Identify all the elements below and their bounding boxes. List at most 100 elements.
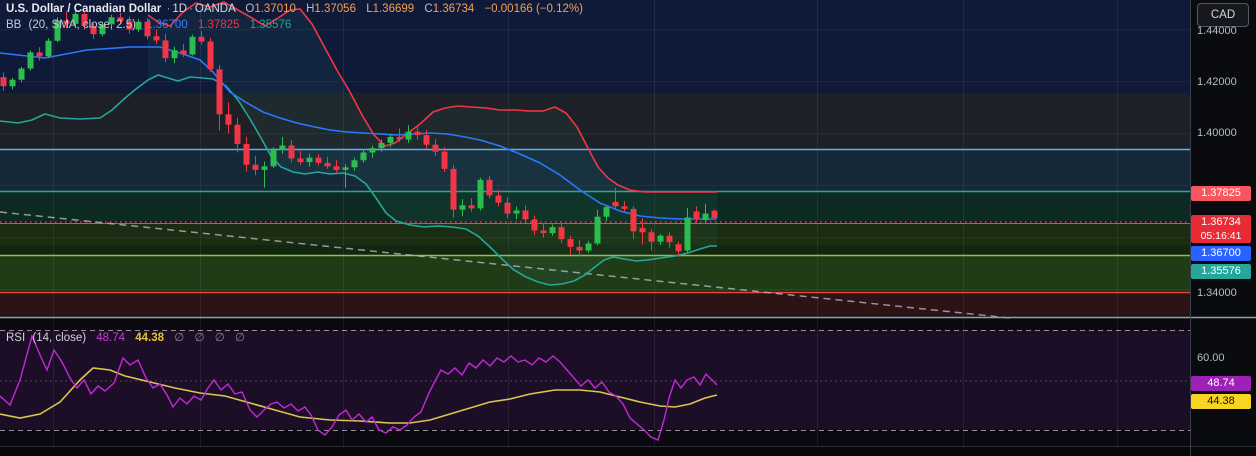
candle-body [387,136,394,143]
candle-body [153,36,160,41]
candle-body [342,167,349,170]
exchange[interactable]: OANDA [195,3,235,15]
rsi-empty-slot: ∅ [234,332,245,344]
axis-tick: 1.40000 [1197,127,1237,139]
rsi-empty-slot: ∅ [174,332,185,344]
candle-body [171,50,178,59]
candle-body [648,232,655,242]
candle-body [603,207,610,217]
candle-body [225,114,232,125]
candle-body [234,124,241,144]
candle-body [675,244,682,252]
candle-body [9,79,16,87]
candle-body [333,166,340,170]
chart-canvas[interactable] [0,0,1256,456]
currency-toggle-button[interactable]: CAD [1197,3,1249,27]
candle-body [36,52,43,57]
candle-body [198,36,205,42]
candle-body [18,68,25,80]
candle-body [369,148,376,153]
candle-body [351,160,358,168]
candle-body [414,131,421,136]
candle-body [45,40,52,57]
candle-body [306,157,313,163]
rsi-value: 48.74 [96,332,126,344]
candle-body [360,152,367,161]
bb-lower-value: 1.35576 [249,19,292,31]
candle-body [702,213,709,221]
candle-body [693,211,700,220]
candle-body [612,201,619,207]
candle-body [441,151,448,169]
candle-body [324,162,331,167]
candle-body [279,145,286,150]
change-value: −0.00166 (−0.12%) [484,3,583,15]
candle-body [459,205,466,210]
candle-body [216,69,223,115]
timeframe[interactable]: 1D [172,3,187,15]
candle-body [477,179,484,209]
candle-body [468,205,475,209]
bb-indicator-name[interactable]: BB [6,19,21,31]
candle-body [162,40,169,59]
bb-indicator-row: BB (20, SMA, close, 2.5) 1.36700 1.37825… [6,19,291,31]
candle-body [315,157,322,163]
candle-body [630,208,637,232]
candle-body [396,136,403,140]
candle-body [243,143,250,165]
candle-body [180,50,187,55]
price-label: 48.74 [1191,375,1251,391]
countdown-timer: 05:16:41 [1200,229,1242,242]
open-value: 1.37010 [254,3,296,15]
rsi-ma-value: 44.38 [135,332,165,344]
price-label: 1.37825 [1191,185,1251,201]
candle-body [639,227,646,233]
axis-tick: 1.34000 [1197,287,1237,299]
candle-body [297,158,304,163]
price-label: 44.38 [1191,393,1251,409]
candle-body [486,179,493,196]
candle-body [378,142,385,149]
candle-body [504,202,511,214]
candle-body [558,227,565,240]
candle-body [189,36,196,55]
candle-body [27,52,34,69]
candle-body [252,164,259,170]
symbol-header: U.S. Dollar / Canadian Dollar · 1D · OANDA … [6,3,583,15]
rsi-indicator-row: RSI (14, close) 48.74 44.38 ∅ ∅ ∅ ∅ [6,330,245,344]
price-label: 1.36700 [1191,245,1251,261]
candle-body [621,206,628,209]
candle-body [207,41,214,70]
price-axis[interactable]: CAD 1.44000 1.42000 1.40000 1.34000 60.00 1.3… [1190,0,1256,456]
bb-upper-value: 1.37825 [197,19,240,31]
rsi-indicator-name[interactable]: RSI [6,332,25,344]
candle-body [684,217,691,251]
open-label: O [245,3,255,15]
trading-chart-window: U.S. Dollar / Canadian Dollar · 1D · OANDA … [0,0,1256,456]
separator-dot: · [189,3,193,15]
rsi-indicator-params: (14, close) [32,332,87,344]
candle-body [711,210,718,218]
price-label: 1.35576 [1191,263,1251,279]
candle-body [0,77,7,87]
axis-tick: 1.44000 [1197,25,1237,37]
bb-basis-value: 1.36700 [146,19,188,31]
candle-body [540,230,547,234]
candle-body [585,243,592,251]
symbol-title[interactable]: U.S. Dollar / Canadian Dollar [6,3,161,15]
rsi-empty-slot: ∅ [214,332,225,344]
rsi-empty-slot: ∅ [194,332,205,344]
axis-tick: 1.42000 [1197,76,1237,88]
candle-body [495,195,502,203]
candle-body [513,210,520,214]
candle-body [567,239,574,247]
axis-tick: 60.00 [1197,352,1225,364]
price-label: 1.36734 05:16:41 [1191,214,1251,243]
price-zone-band [0,293,1190,315]
candle-body [405,131,412,140]
price-zone-band [0,93,1190,149]
candle-body [522,210,529,220]
candle-body [450,168,457,210]
candle-body [261,166,268,170]
close-label: C [424,3,433,15]
